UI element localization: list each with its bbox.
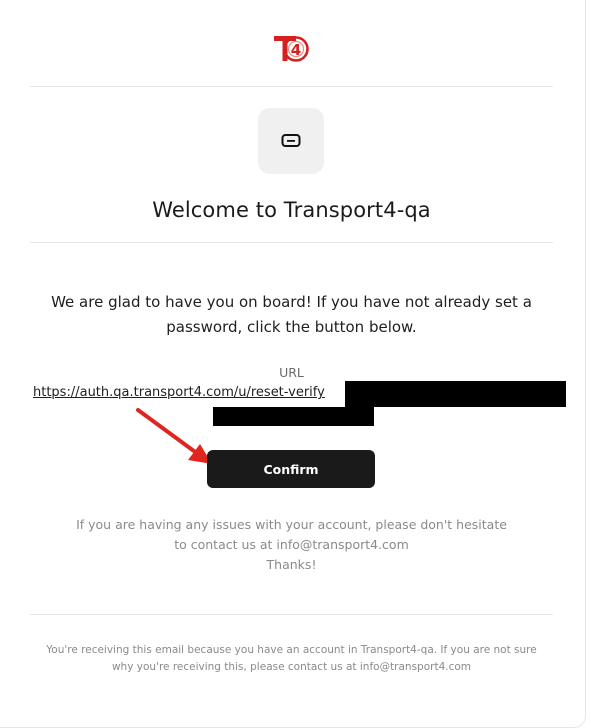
title-divider [30,242,553,243]
url-label: URL [279,365,304,380]
support-line-2: to contact us at info@transport4.com [174,537,409,552]
redaction-box-1 [345,381,566,407]
thanks-line: Thanks! [266,557,317,572]
footer-line-2: why you're receiving this, please contac… [111,661,472,673]
header-divider [30,86,553,87]
chat-bubble-icon [281,134,301,147]
reset-verify-link[interactable]: https://auth.qa.transport4.com/u/reset-v… [33,385,325,400]
svg-text:4: 4 [291,41,301,59]
support-message: If you are having any issues with your a… [40,515,543,575]
message-icon-tile [258,108,324,174]
intro-text: We are glad to have you on board! If you… [51,293,532,336]
footer-divider [30,614,553,615]
t4-logo-icon: 4 [274,36,309,62]
support-line-1: If you are having any issues with your a… [76,517,507,532]
redaction-box-2 [213,407,374,426]
footer-text: You're receiving this email because you … [20,642,563,676]
footer-line-1: You're receiving this email because you … [46,644,537,656]
confirm-button[interactable]: Confirm [207,450,375,488]
page-title: Welcome to Transport4-qa [152,198,431,222]
